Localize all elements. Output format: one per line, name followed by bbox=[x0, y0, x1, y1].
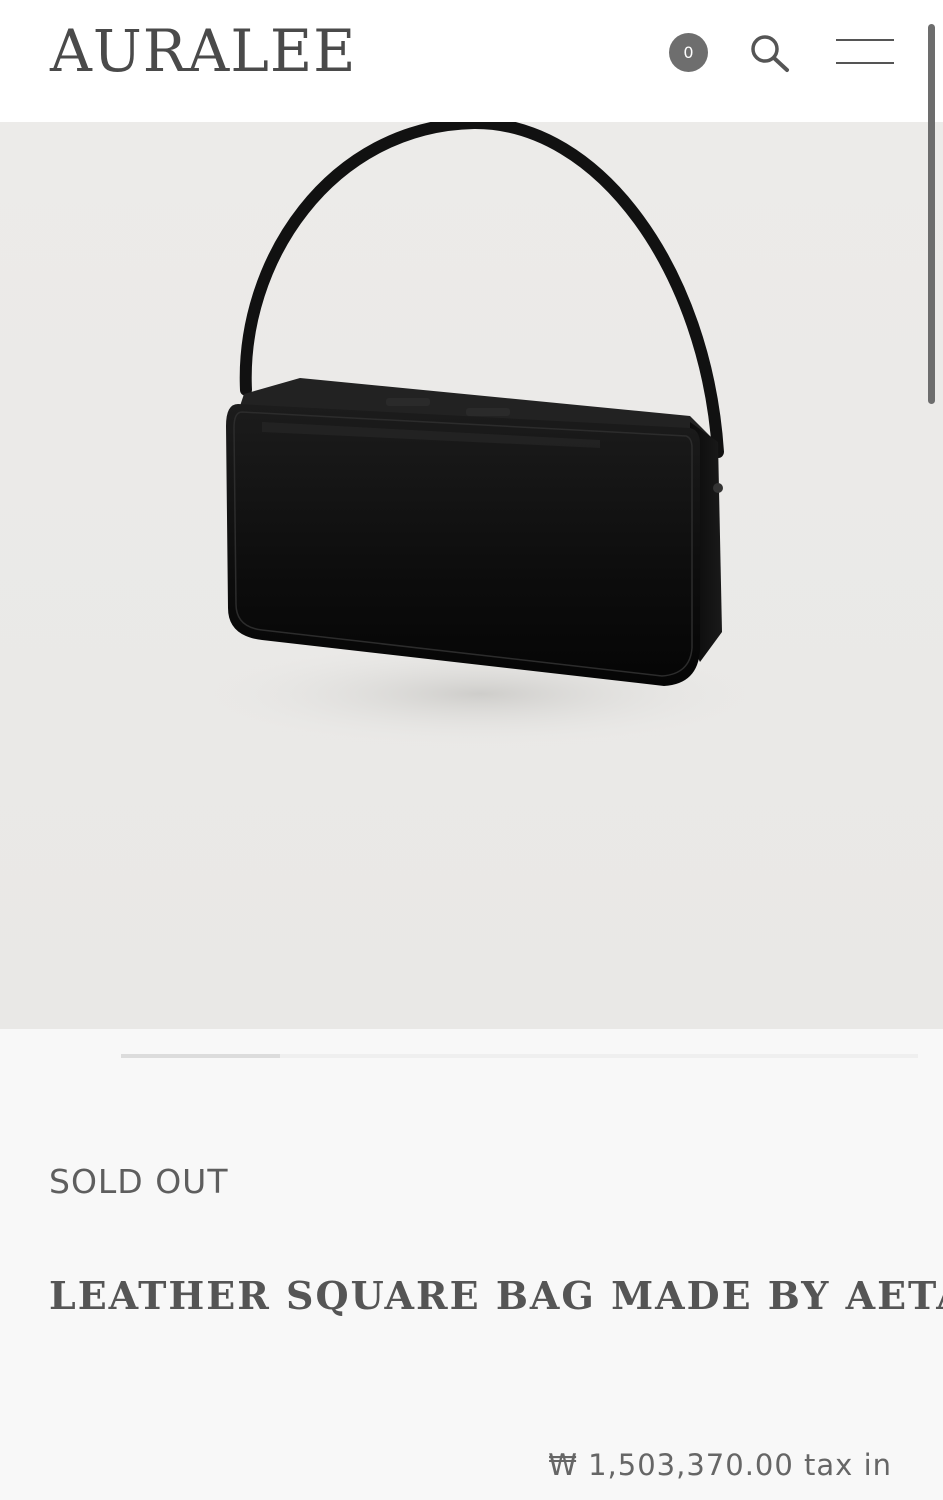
page-scrollbar[interactable] bbox=[928, 24, 935, 404]
product-price: ₩ 1,503,370.00 tax in bbox=[548, 1448, 892, 1482]
product-page: AURALEE 0 SOLD OUT LEATHER SQUARE BAG MA… bbox=[0, 0, 943, 1500]
image-slider-thumb[interactable] bbox=[121, 1054, 280, 1058]
stock-status: SOLD OUT bbox=[49, 1162, 229, 1201]
menu-line-bottom bbox=[836, 62, 894, 64]
product-image[interactable] bbox=[0, 122, 943, 1029]
menu-line-top bbox=[836, 39, 894, 41]
cart-count-badge[interactable]: 0 bbox=[669, 33, 708, 72]
brand-logo[interactable]: AURALEE bbox=[50, 14, 357, 88]
search-icon[interactable] bbox=[748, 32, 792, 76]
site-header: AURALEE 0 bbox=[0, 0, 943, 122]
product-title: LEATHER SQUARE BAG MADE BY AETA bbox=[49, 1273, 943, 1318]
hamburger-menu-icon[interactable] bbox=[836, 38, 894, 66]
bag-illustration bbox=[190, 122, 770, 749]
